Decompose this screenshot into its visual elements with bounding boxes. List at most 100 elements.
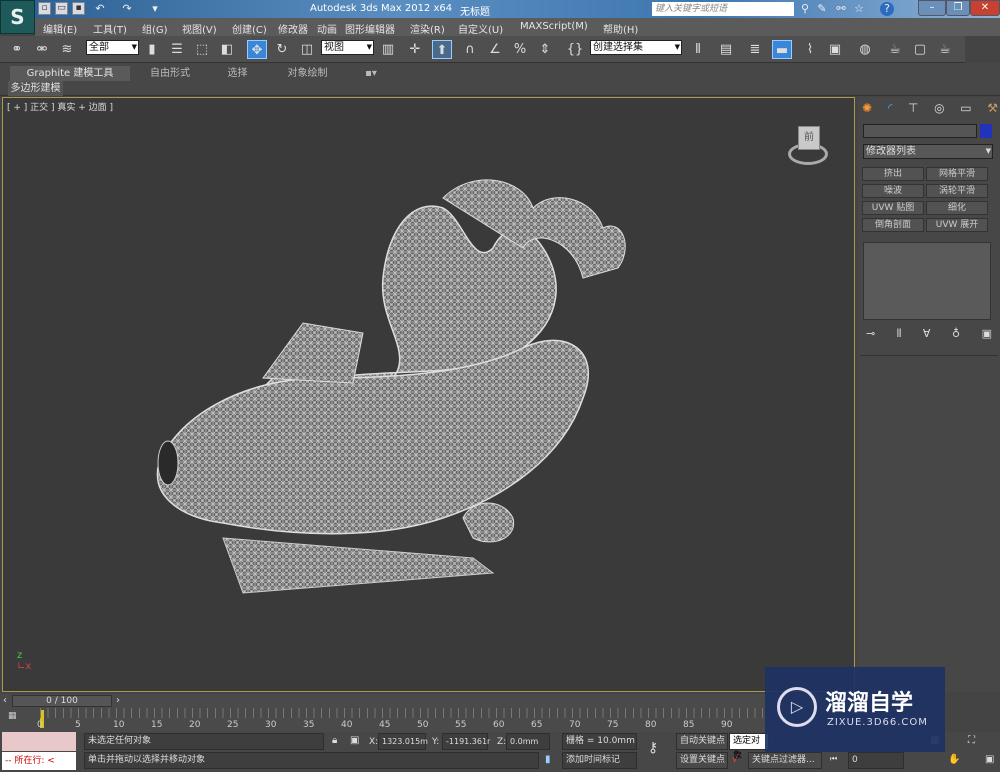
- y-coord-field[interactable]: -1191.361r: [442, 733, 490, 750]
- align-icon[interactable]: ▤: [716, 40, 736, 59]
- tab-object-paint[interactable]: 对象绘制: [280, 66, 335, 81]
- create-tab-icon[interactable]: ✺: [862, 101, 872, 117]
- menu-rendering[interactable]: 渲染(R): [410, 21, 445, 36]
- reference-coord-dropdown[interactable]: 视图: [321, 40, 374, 55]
- maxscript-mini-listener[interactable]: -- 所在行: <: [2, 752, 76, 770]
- ribbon-options-icon[interactable]: ▪▾: [360, 66, 382, 81]
- viewcube[interactable]: 前: [798, 126, 820, 150]
- edit-named-selection-icon[interactable]: {}: [565, 40, 585, 59]
- extrude-button[interactable]: 挤出: [862, 167, 924, 181]
- object-name-field[interactable]: [863, 124, 977, 138]
- maximize-viewport-icon[interactable]: ▣: [985, 754, 994, 765]
- pin-stack-icon[interactable]: ⊸: [866, 327, 875, 341]
- spinner-snap-icon[interactable]: ⇕: [535, 40, 555, 59]
- render-icon[interactable]: ☕: [935, 40, 955, 59]
- manipulate-icon[interactable]: ✛: [405, 40, 425, 59]
- app-logo[interactable]: S: [0, 0, 35, 34]
- minimize-button[interactable]: –: [918, 0, 946, 16]
- set-key-button[interactable]: 设置关键点: [676, 752, 728, 769]
- make-unique-icon[interactable]: ∀: [923, 327, 931, 341]
- select-rotate-icon[interactable]: ↻: [272, 40, 292, 59]
- hierarchy-tab-icon[interactable]: ⊤: [908, 101, 918, 117]
- save-icon[interactable]: ▪: [72, 2, 85, 15]
- render-setup-icon[interactable]: ☕: [885, 40, 905, 59]
- field-of-view-icon[interactable]: ⛶: [968, 735, 975, 746]
- display-tab-icon[interactable]: ▭: [960, 101, 971, 117]
- select-by-name-icon[interactable]: ☰: [167, 40, 187, 59]
- tab-freeform[interactable]: 自由形式: [140, 66, 200, 81]
- new-icon[interactable]: ▫: [38, 2, 51, 15]
- mini-curve-editor-icon[interactable]: ▦: [8, 711, 24, 727]
- maximize-button[interactable]: ❐: [946, 0, 970, 16]
- menu-customize[interactable]: 自定义(U): [458, 21, 503, 36]
- prev-frame-icon[interactable]: ‹: [3, 695, 7, 706]
- track-bar[interactable]: ▦ 0 5 10 15 20 25 30 35 40 45 50 55 60 65 70 75 80 85 90: [0, 708, 765, 732]
- modify-tab-icon[interactable]: ◜: [888, 101, 893, 117]
- modifier-list-dropdown[interactable]: 修改器列表: [863, 144, 993, 159]
- pivot-center-icon[interactable]: ▥: [378, 40, 398, 59]
- menu-graph-editors[interactable]: 图形编辑器: [345, 21, 395, 36]
- angle-snap-icon[interactable]: ∠: [485, 40, 505, 59]
- menu-group[interactable]: 组(G): [142, 21, 168, 36]
- noise-button[interactable]: 噪波: [862, 184, 924, 198]
- tab-graphite[interactable]: Graphite 建模工具: [10, 66, 130, 81]
- utilities-tab-icon[interactable]: ⚒: [987, 101, 998, 117]
- add-time-tag[interactable]: 添加时间标记: [562, 752, 637, 769]
- go-to-start-icon[interactable]: ⏮: [830, 754, 837, 764]
- unlink-icon[interactable]: ⚮: [32, 40, 52, 59]
- snaps-toggle-icon[interactable]: ∩: [460, 40, 480, 59]
- object-color-swatch[interactable]: [980, 124, 992, 138]
- link-icon[interactable]: ⚭: [7, 40, 27, 59]
- unwrap-uvw-button[interactable]: UVW 展开: [926, 218, 988, 232]
- next-frame-icon[interactable]: ›: [116, 695, 120, 706]
- menu-modifiers[interactable]: 修改器: [278, 21, 308, 36]
- select-scale-icon[interactable]: ◫: [297, 40, 317, 59]
- tessellate-button[interactable]: 细化: [926, 201, 988, 215]
- z-coord-field[interactable]: 0.0mm: [506, 733, 550, 750]
- bind-spacewarp-icon[interactable]: ≋: [57, 40, 77, 59]
- rendered-frame-icon[interactable]: ▢: [910, 40, 930, 59]
- time-slider[interactable]: ‹ 0 / 100 ›: [0, 694, 765, 708]
- absolute-mode-icon[interactable]: ▣: [350, 735, 359, 746]
- menu-help[interactable]: 帮助(H): [603, 21, 638, 36]
- motion-tab-icon[interactable]: ◎: [934, 101, 944, 117]
- viewport-front[interactable]: [ + ] 正交 ] 真实 + 边面 ] 前 z ∟x: [2, 97, 855, 692]
- configure-sets-icon[interactable]: ▣: [982, 327, 992, 341]
- x-coord-field[interactable]: 1323.015m: [378, 733, 428, 750]
- search-input[interactable]: 键入关键字或短语: [652, 2, 794, 16]
- current-frame-field[interactable]: 0: [848, 752, 904, 769]
- curve-editor-icon[interactable]: ⌇: [800, 40, 820, 59]
- keyboard-shortcut-icon[interactable]: ⬆: [432, 40, 452, 59]
- select-move-icon[interactable]: ✥: [247, 40, 267, 59]
- subtab-poly-modeling[interactable]: 多边形建模: [8, 81, 63, 96]
- satellite-icon[interactable]: ⚯: [834, 2, 848, 16]
- menu-tools[interactable]: 工具(T): [93, 21, 127, 36]
- menu-edit[interactable]: 编辑(E): [43, 21, 77, 36]
- uvw-map-button[interactable]: UVW 贴图: [862, 201, 924, 215]
- remove-modifier-icon[interactable]: ♁: [952, 327, 960, 341]
- layer-manager-icon[interactable]: ≣: [745, 40, 765, 59]
- mirror-icon[interactable]: ⫴: [688, 40, 708, 59]
- bevel-profile-button[interactable]: 倒角剖面: [862, 218, 924, 232]
- selected-dropdown[interactable]: 选定对象: [729, 733, 769, 761]
- maxscript-listener[interactable]: [2, 732, 76, 751]
- customize-qa-icon[interactable]: ▾: [148, 2, 162, 16]
- menu-maxscript[interactable]: MAXScript(M): [520, 21, 588, 32]
- show-end-result-icon[interactable]: ⫴: [897, 327, 902, 341]
- open-icon[interactable]: ▭: [55, 2, 68, 15]
- select-object-icon[interactable]: ▮: [142, 40, 162, 59]
- undo-icon[interactable]: ↶: [93, 2, 107, 16]
- key-icon[interactable]: ⚷: [648, 740, 658, 756]
- redo-icon[interactable]: ↷: [120, 2, 134, 16]
- time-tag-icon[interactable]: ▮: [545, 754, 551, 765]
- schematic-view-icon[interactable]: ▣: [825, 40, 845, 59]
- selection-filter-dropdown[interactable]: 全部: [86, 40, 139, 55]
- key-filters-button[interactable]: 关键点过滤器...: [748, 752, 822, 769]
- rect-selection-icon[interactable]: ⬚: [192, 40, 212, 59]
- menu-views[interactable]: 视图(V): [182, 21, 217, 36]
- lock-selection-icon[interactable]: 🔒︎: [332, 735, 337, 746]
- wrench-icon[interactable]: ✎: [815, 2, 829, 16]
- graphite-toggle-icon[interactable]: ▬: [772, 40, 792, 59]
- fish-model[interactable]: [3, 98, 854, 691]
- material-editor-icon[interactable]: ◍: [855, 40, 875, 59]
